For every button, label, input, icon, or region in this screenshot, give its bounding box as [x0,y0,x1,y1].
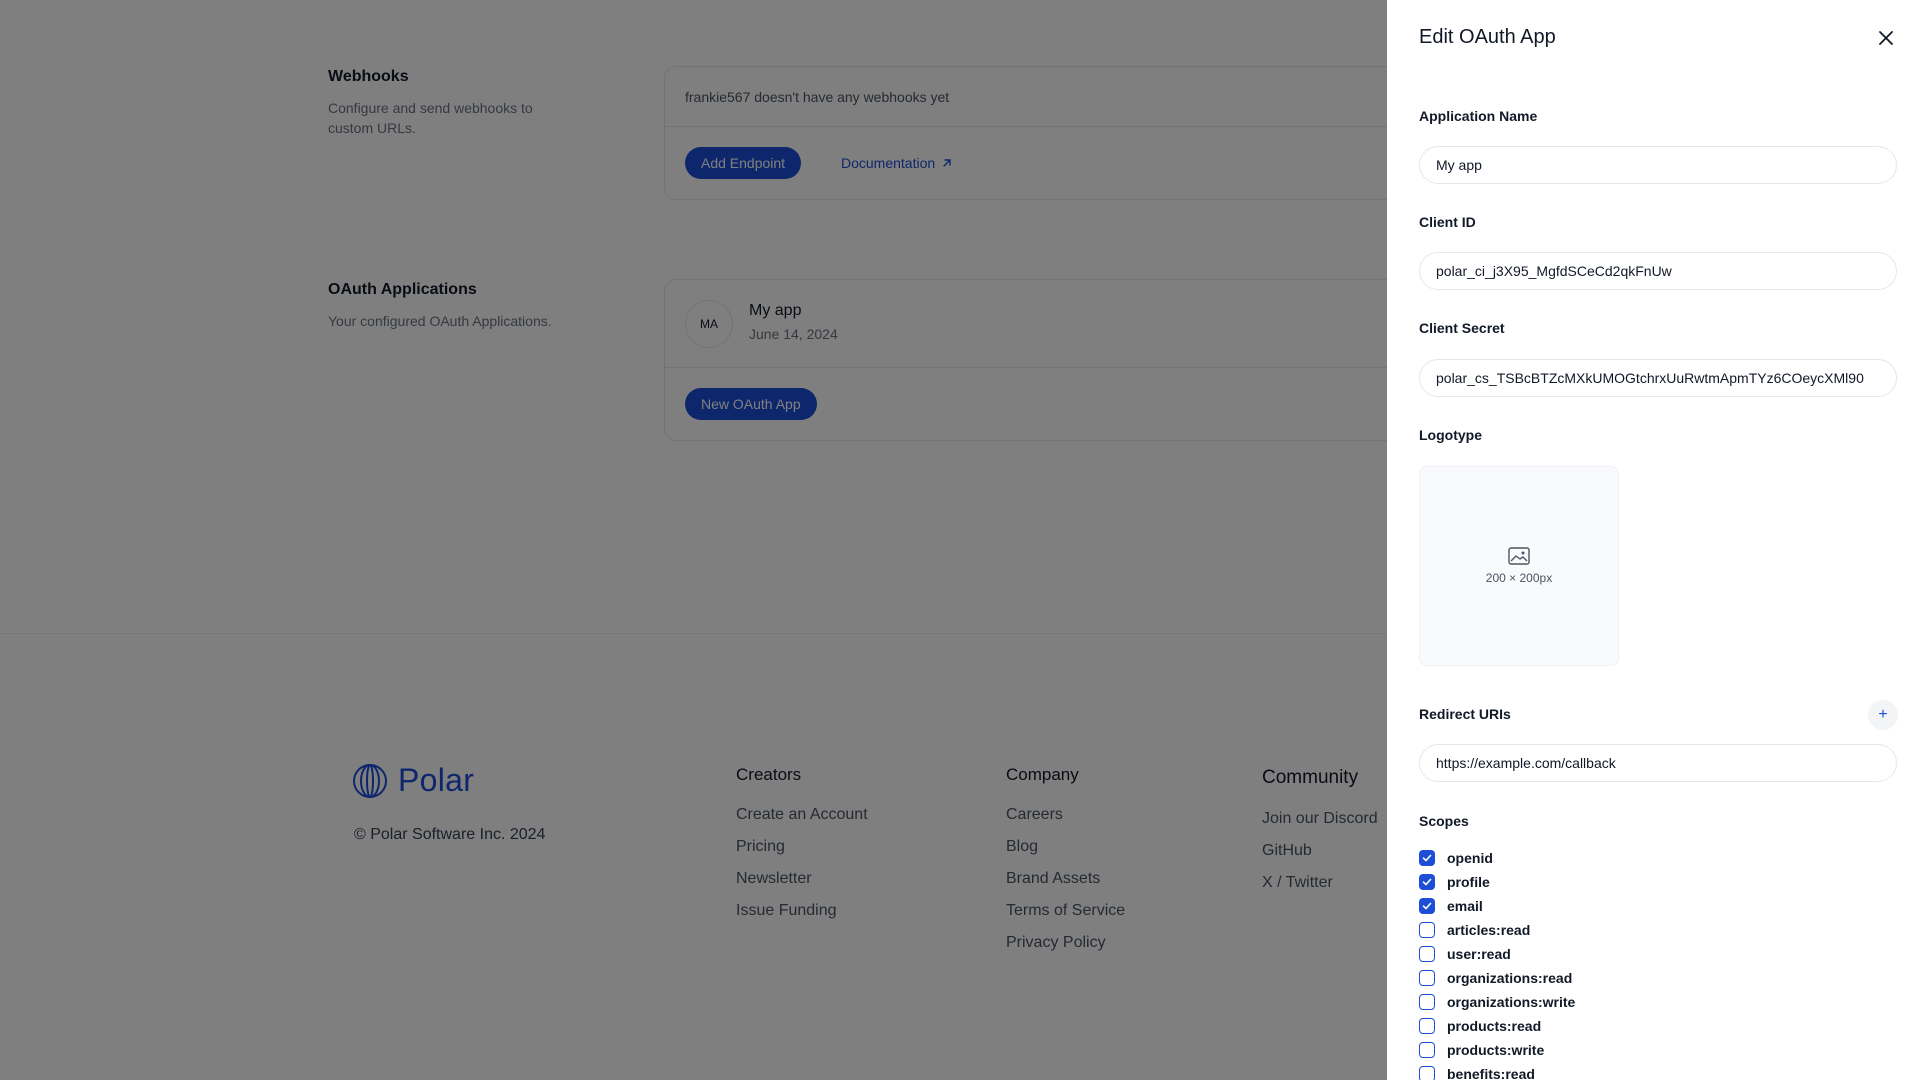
scope-item[interactable]: openid [1419,848,1493,868]
close-button[interactable] [1874,26,1898,50]
scope-label: benefits:read [1447,1066,1535,1080]
scope-checkbox[interactable] [1419,1018,1435,1034]
scope-checkbox[interactable] [1419,850,1435,866]
client-secret-label: Client Secret [1419,320,1505,336]
image-icon [1508,547,1530,565]
check-icon [1422,902,1432,910]
logotype-label: Logotype [1419,427,1482,443]
scope-label: products:read [1447,1018,1542,1034]
scope-checkbox[interactable] [1419,970,1435,986]
scope-label: profile [1447,874,1490,890]
check-icon [1422,878,1432,886]
edit-oauth-app-drawer: Edit OAuth App Application Name Client I… [1387,0,1920,1080]
scopes-label: Scopes [1419,813,1469,829]
client-id-input[interactable] [1419,252,1897,290]
scope-label: openid [1447,850,1493,866]
scope-checkbox[interactable] [1419,1066,1435,1080]
scope-item[interactable]: email [1419,896,1483,916]
scope-item[interactable]: organizations:read [1419,968,1572,988]
scope-label: products:write [1447,1042,1545,1058]
logotype-size-hint: 200 × 200px [1485,571,1553,585]
client-secret-input[interactable] [1419,359,1897,397]
scope-item[interactable]: organizations:write [1419,992,1575,1012]
scope-item[interactable]: user:read [1419,944,1511,964]
scope-label: organizations:write [1447,994,1576,1010]
application-name-input[interactable] [1419,146,1897,184]
scope-checkbox[interactable] [1419,874,1435,890]
scope-checkbox[interactable] [1419,946,1435,962]
scope-item[interactable]: profile [1419,872,1490,892]
scope-checkbox[interactable] [1419,898,1435,914]
scope-item[interactable]: products:write [1419,1040,1544,1060]
add-redirect-uri-button[interactable]: + [1868,700,1898,730]
scope-label: email [1447,898,1483,914]
scope-item[interactable]: articles:read [1419,920,1530,940]
scope-label: organizations:read [1447,970,1573,986]
redirect-uris-label: Redirect URIs [1419,706,1511,722]
scope-label: user:read [1447,946,1511,962]
client-id-label: Client ID [1419,214,1476,230]
close-icon [1879,31,1893,45]
application-name-label: Application Name [1419,108,1538,124]
scope-label: articles:read [1447,922,1531,938]
drawer-title: Edit OAuth App [1419,26,1556,48]
logotype-upload[interactable]: 200 × 200px [1419,466,1619,666]
scope-checkbox[interactable] [1419,994,1435,1010]
scope-checkbox[interactable] [1419,1042,1435,1058]
check-icon [1422,854,1432,862]
scope-checkbox[interactable] [1419,922,1435,938]
scope-item[interactable]: benefits:read [1419,1064,1535,1080]
redirect-uri-input[interactable] [1419,744,1897,782]
scope-item[interactable]: products:read [1419,1016,1541,1036]
